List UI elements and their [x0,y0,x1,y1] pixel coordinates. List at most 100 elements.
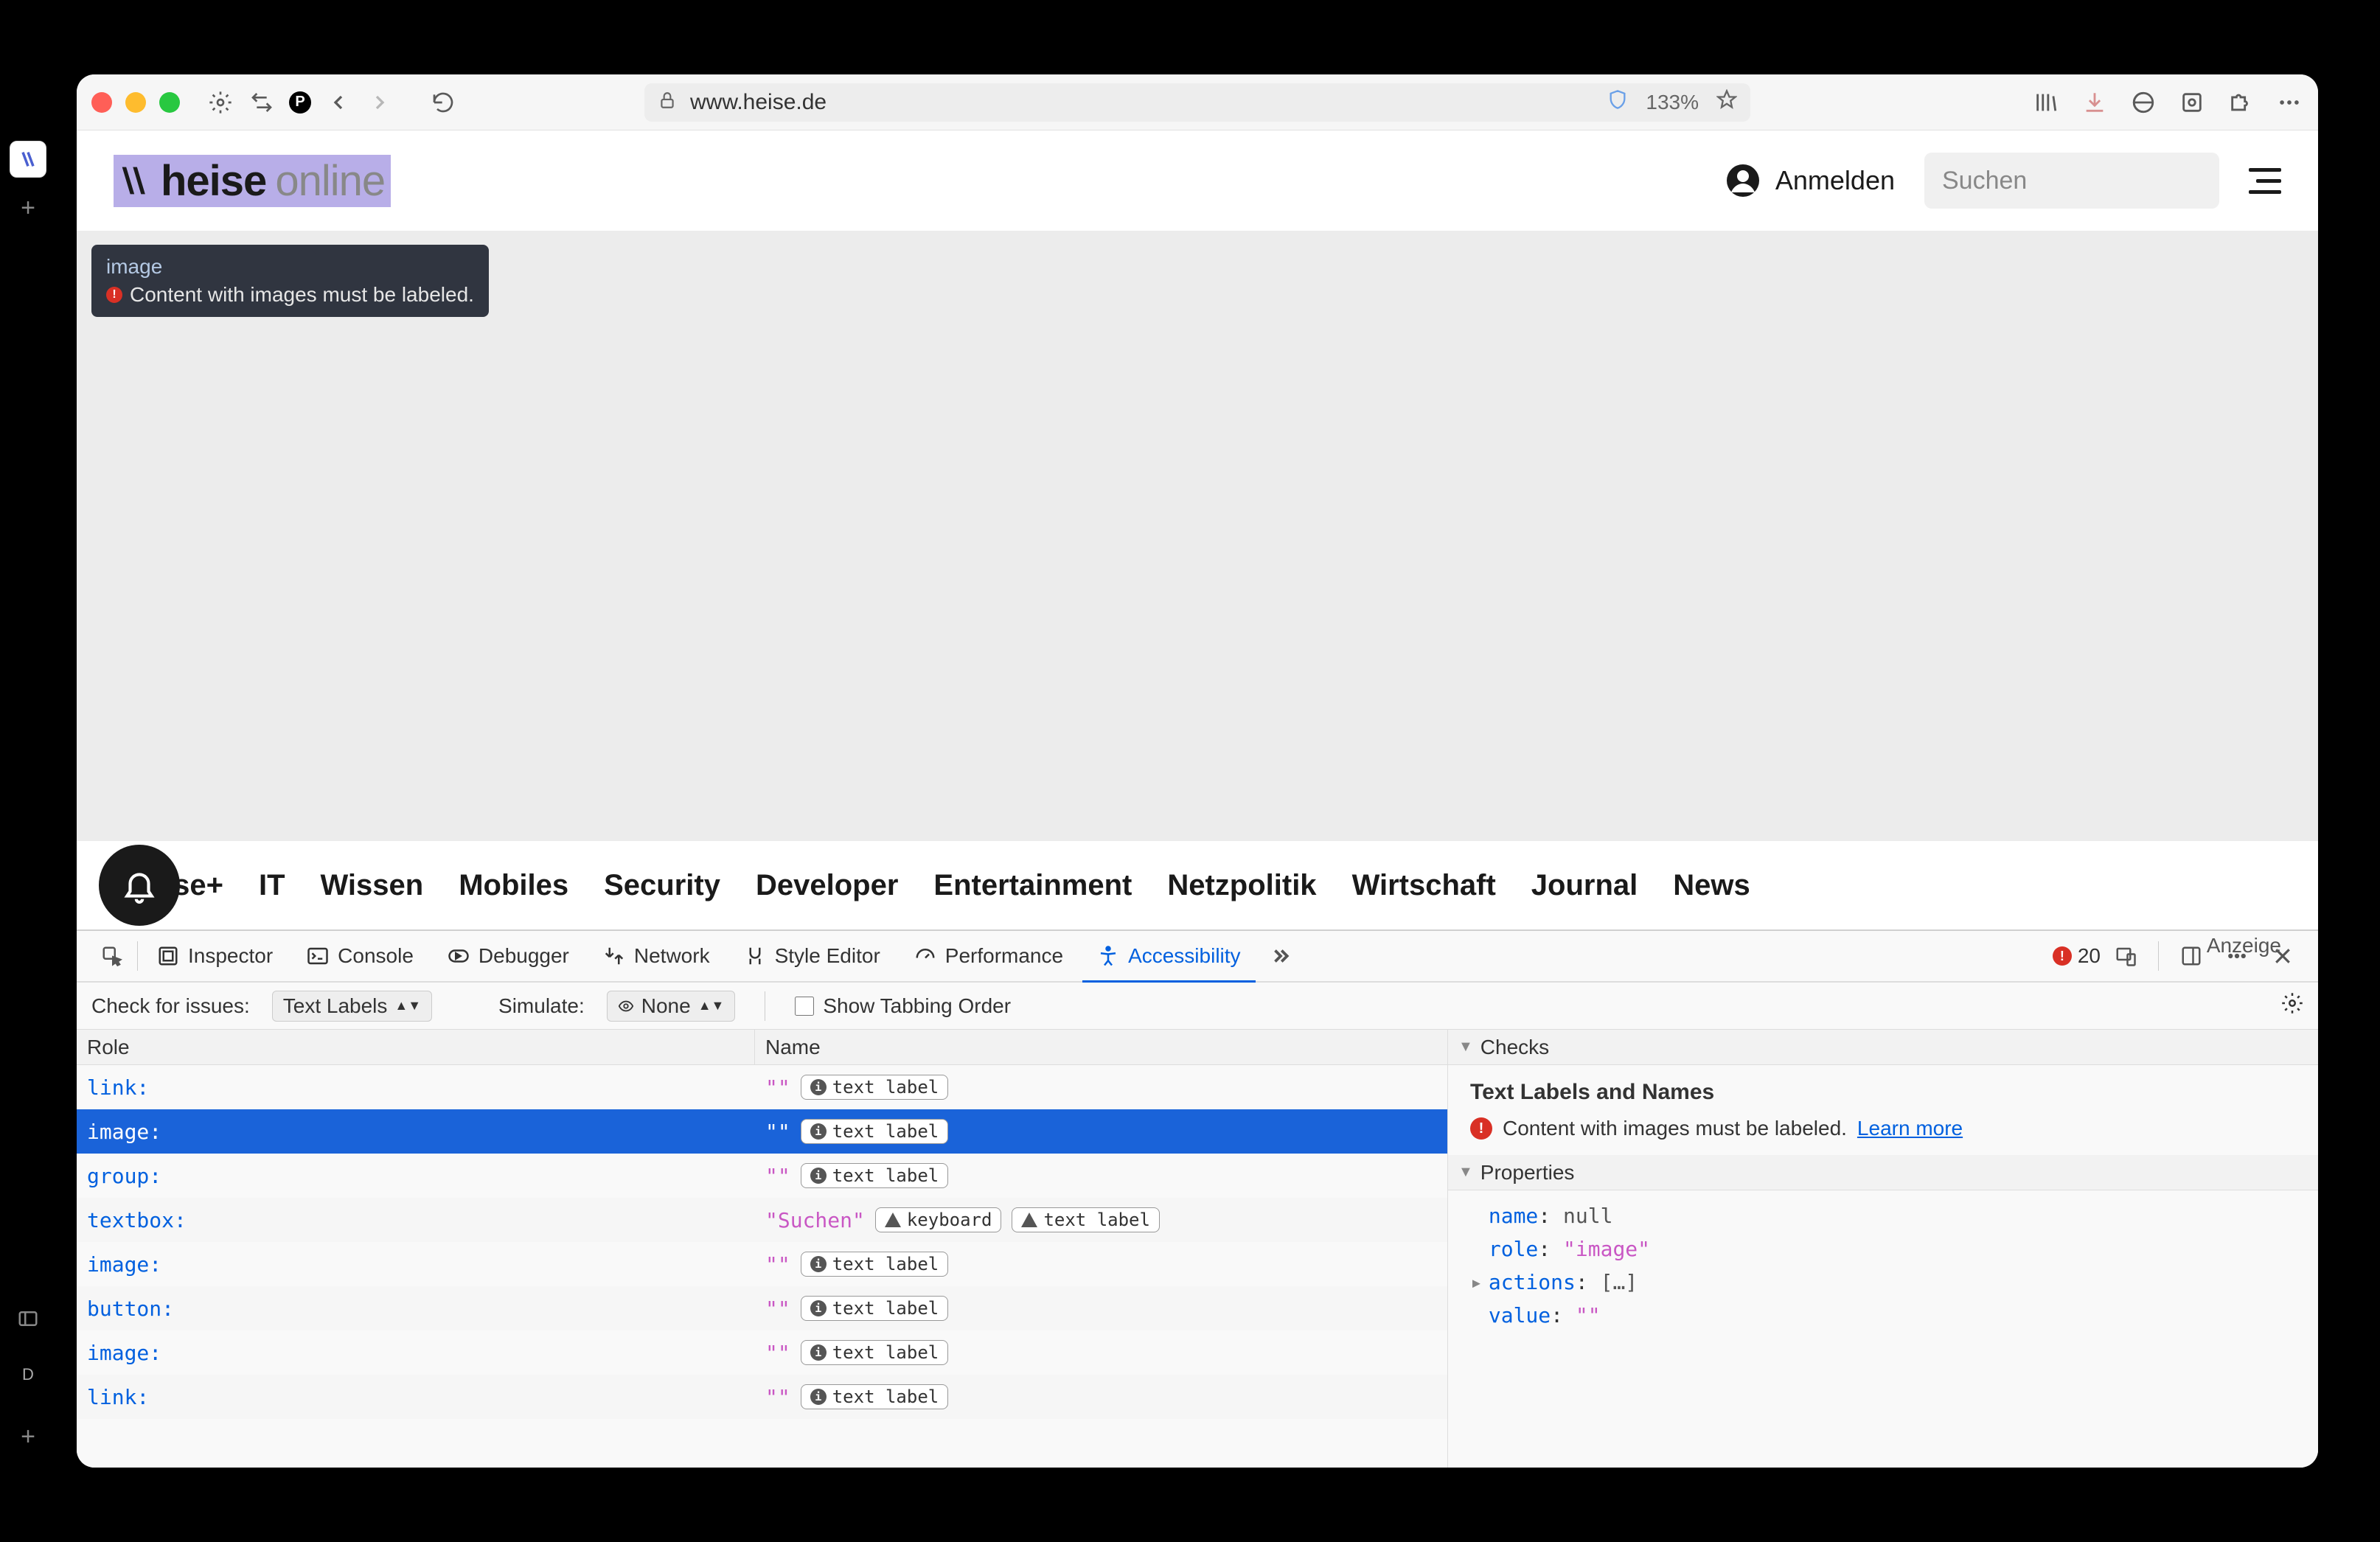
nav-item-journal[interactable]: Journal [1531,869,1638,902]
tab-performance[interactable]: Performance [900,930,1078,982]
tree-row[interactable]: link:""itext label [77,1065,1447,1109]
url-text: www.heise.de [690,90,827,115]
row-name: ""itext label [755,1163,1447,1188]
row-name: ""itext label [755,1384,1447,1409]
prop-value: ▸value: "" [1470,1299,2296,1332]
nav-back-icon[interactable] [324,88,352,116]
sidebar-tab-active[interactable] [10,141,46,178]
badge-text-label: itext label [801,1384,949,1409]
search-box[interactable] [1924,153,2219,209]
zoom-level[interactable]: 133% [1646,91,1699,114]
tree-row[interactable]: image:""itext label [77,1109,1447,1154]
login-button[interactable]: Anmelden [1725,163,1895,198]
puzzle-icon[interactable] [2227,88,2255,116]
tab-console[interactable]: Console [292,930,428,982]
dock-icon[interactable] [2178,943,2205,969]
browser-titlebar: P www.heise.de 133% [77,74,2318,130]
a11y-tree[interactable]: link:""itext labelimage:""itext labelgro… [77,1065,1447,1468]
window-close[interactable] [91,92,112,113]
a11y-settings-icon[interactable] [2281,992,2303,1019]
learn-more-link[interactable]: Learn more [1857,1117,1963,1140]
gear-icon[interactable] [206,88,234,116]
sidebar-letter-d[interactable]: D [22,1365,34,1384]
sidebar-add[interactable]: + [21,1423,35,1451]
shield-icon[interactable] [1607,89,1628,115]
extension-icon-1[interactable] [2129,88,2157,116]
sidebar-panel-icon[interactable] [17,1308,39,1334]
col-name[interactable]: Name [755,1030,1447,1064]
site-logo[interactable]: heise online [114,155,391,207]
reload-icon[interactable] [429,88,457,116]
bookmark-star-icon[interactable] [1716,89,1737,115]
site-nav: ise+ IT Wissen Mobiles Security Develope… [77,841,2318,929]
checks-header[interactable]: ▼Checks [1448,1030,2318,1065]
download-icon[interactable] [2081,88,2109,116]
badge-text-label: text label [1012,1207,1160,1232]
url-bar[interactable]: www.heise.de 133% [644,83,1750,122]
prop-actions: ▸actions: […] [1470,1266,2296,1299]
tree-row[interactable]: link:""itext label [77,1375,1447,1419]
a11y-toolbar: Check for issues: Text Labels ▲▼ Simulat… [77,983,2318,1030]
overflow-menu-icon[interactable] [2275,88,2303,116]
site-header: heise online image !Content with images … [77,130,2318,231]
col-role[interactable]: Role [77,1030,755,1064]
nav-item-it[interactable]: IT [259,869,285,902]
library-icon[interactable] [2032,88,2060,116]
swap-icon[interactable] [248,88,276,116]
tabs-overflow-icon[interactable] [1267,943,1294,969]
row-role: image: [77,1252,755,1277]
simulate-label: Simulate: [498,994,585,1018]
tree-row[interactable]: textbox:"Suchen"keyboardtext label [77,1198,1447,1242]
menu-button[interactable] [2249,168,2281,194]
nav-item-news[interactable]: News [1673,869,1750,902]
user-icon [1725,163,1761,198]
window-minimize[interactable] [125,92,146,113]
ad-space [77,231,2318,841]
tabbing-order-checkbox[interactable]: Show Tabbing Order [795,994,1011,1018]
a11y-tooltip: image !Content with images must be label… [91,245,489,317]
search-input[interactable] [1942,167,2269,195]
notifications-button[interactable] [99,845,180,926]
row-role: image: [77,1341,755,1365]
nav-item-netzpolitik[interactable]: Netzpolitik [1167,869,1316,902]
bell-icon [121,867,158,904]
tree-row[interactable]: image:""itext label [77,1242,1447,1286]
prop-role: ▸role: "image" [1470,1232,2296,1266]
tab-network[interactable]: Network [588,930,725,982]
nav-item-wissen[interactable]: Wissen [321,869,424,902]
sidebar-new-tab[interactable]: + [21,194,35,223]
row-name: "Suchen"keyboardtext label [755,1207,1447,1232]
nav-item-developer[interactable]: Developer [756,869,898,902]
prop-name: ▸name: null [1470,1199,2296,1232]
properties-header[interactable]: ▼Properties [1448,1155,2318,1190]
nav-item-security[interactable]: Security [604,869,720,902]
nav-item-wirtschaft[interactable]: Wirtschaft [1352,869,1496,902]
responsive-icon[interactable] [2112,943,2139,969]
badge-text-label: itext label [801,1252,949,1277]
row-name: ""itext label [755,1119,1447,1144]
profile-icon[interactable]: P [289,91,311,114]
error-count[interactable]: !20 [2053,944,2101,968]
tab-style-editor[interactable]: Style Editor [729,930,895,982]
tab-accessibility[interactable]: Accessibility [1082,931,1255,983]
check-issues-select[interactable]: Text Labels ▲▼ [272,991,432,1022]
tree-row[interactable]: image:""itext label [77,1330,1447,1375]
pick-element-icon[interactable] [99,943,125,969]
tree-row[interactable]: button:""itext label [77,1286,1447,1330]
row-name: ""itext label [755,1252,1447,1277]
window-maximize[interactable] [159,92,180,113]
nav-forward-icon[interactable] [366,88,394,116]
nav-item-entertainment[interactable]: Entertainment [933,869,1132,902]
simulate-select[interactable]: None ▲▼ [607,991,736,1022]
logo-text-main: heise [161,156,266,206]
error-icon: ! [106,287,122,303]
tree-row[interactable]: group:""itext label [77,1154,1447,1198]
extension-icon-2[interactable] [2178,88,2206,116]
badge-text-label: itext label [801,1119,949,1144]
checks-message: Content with images must be labeled. [1503,1117,1847,1140]
tab-inspector[interactable]: Inspector [142,930,288,982]
login-label: Anmelden [1775,165,1895,196]
badge-text-label: itext label [801,1075,949,1100]
nav-item-mobiles[interactable]: Mobiles [459,869,568,902]
tab-debugger[interactable]: Debugger [433,930,584,982]
